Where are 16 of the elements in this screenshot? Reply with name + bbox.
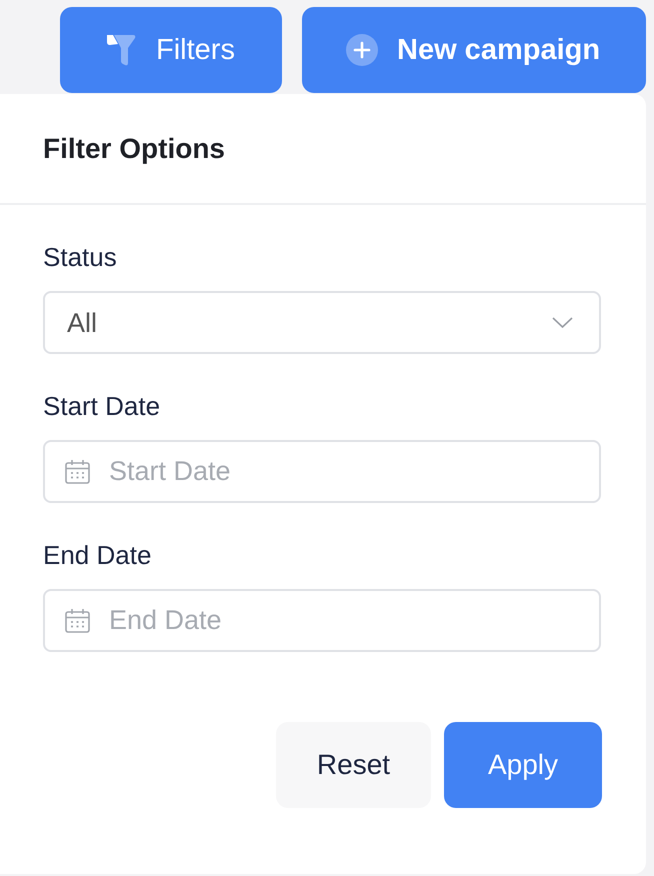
chevron-down-icon bbox=[552, 317, 573, 328]
field-label: Start Date bbox=[43, 391, 160, 421]
apply-button[interactable]: Apply bbox=[444, 722, 602, 808]
funnel-icon bbox=[106, 34, 136, 66]
filters-button[interactable]: Filters bbox=[60, 7, 282, 93]
field-label: End Date bbox=[43, 540, 152, 570]
new-campaign-button[interactable]: New campaign bbox=[302, 7, 646, 93]
date-input-field[interactable]: End Date bbox=[43, 589, 601, 652]
field-label: Status bbox=[43, 242, 117, 272]
panel-title: Filter Options bbox=[43, 132, 225, 166]
date-input-field[interactable]: Start Date bbox=[43, 440, 601, 503]
reset-button[interactable]: Reset bbox=[276, 722, 431, 808]
calendar-icon bbox=[65, 459, 90, 484]
status-select[interactable]: All bbox=[43, 291, 601, 354]
plus-circle-icon bbox=[346, 34, 378, 66]
calendar-icon bbox=[65, 608, 90, 633]
